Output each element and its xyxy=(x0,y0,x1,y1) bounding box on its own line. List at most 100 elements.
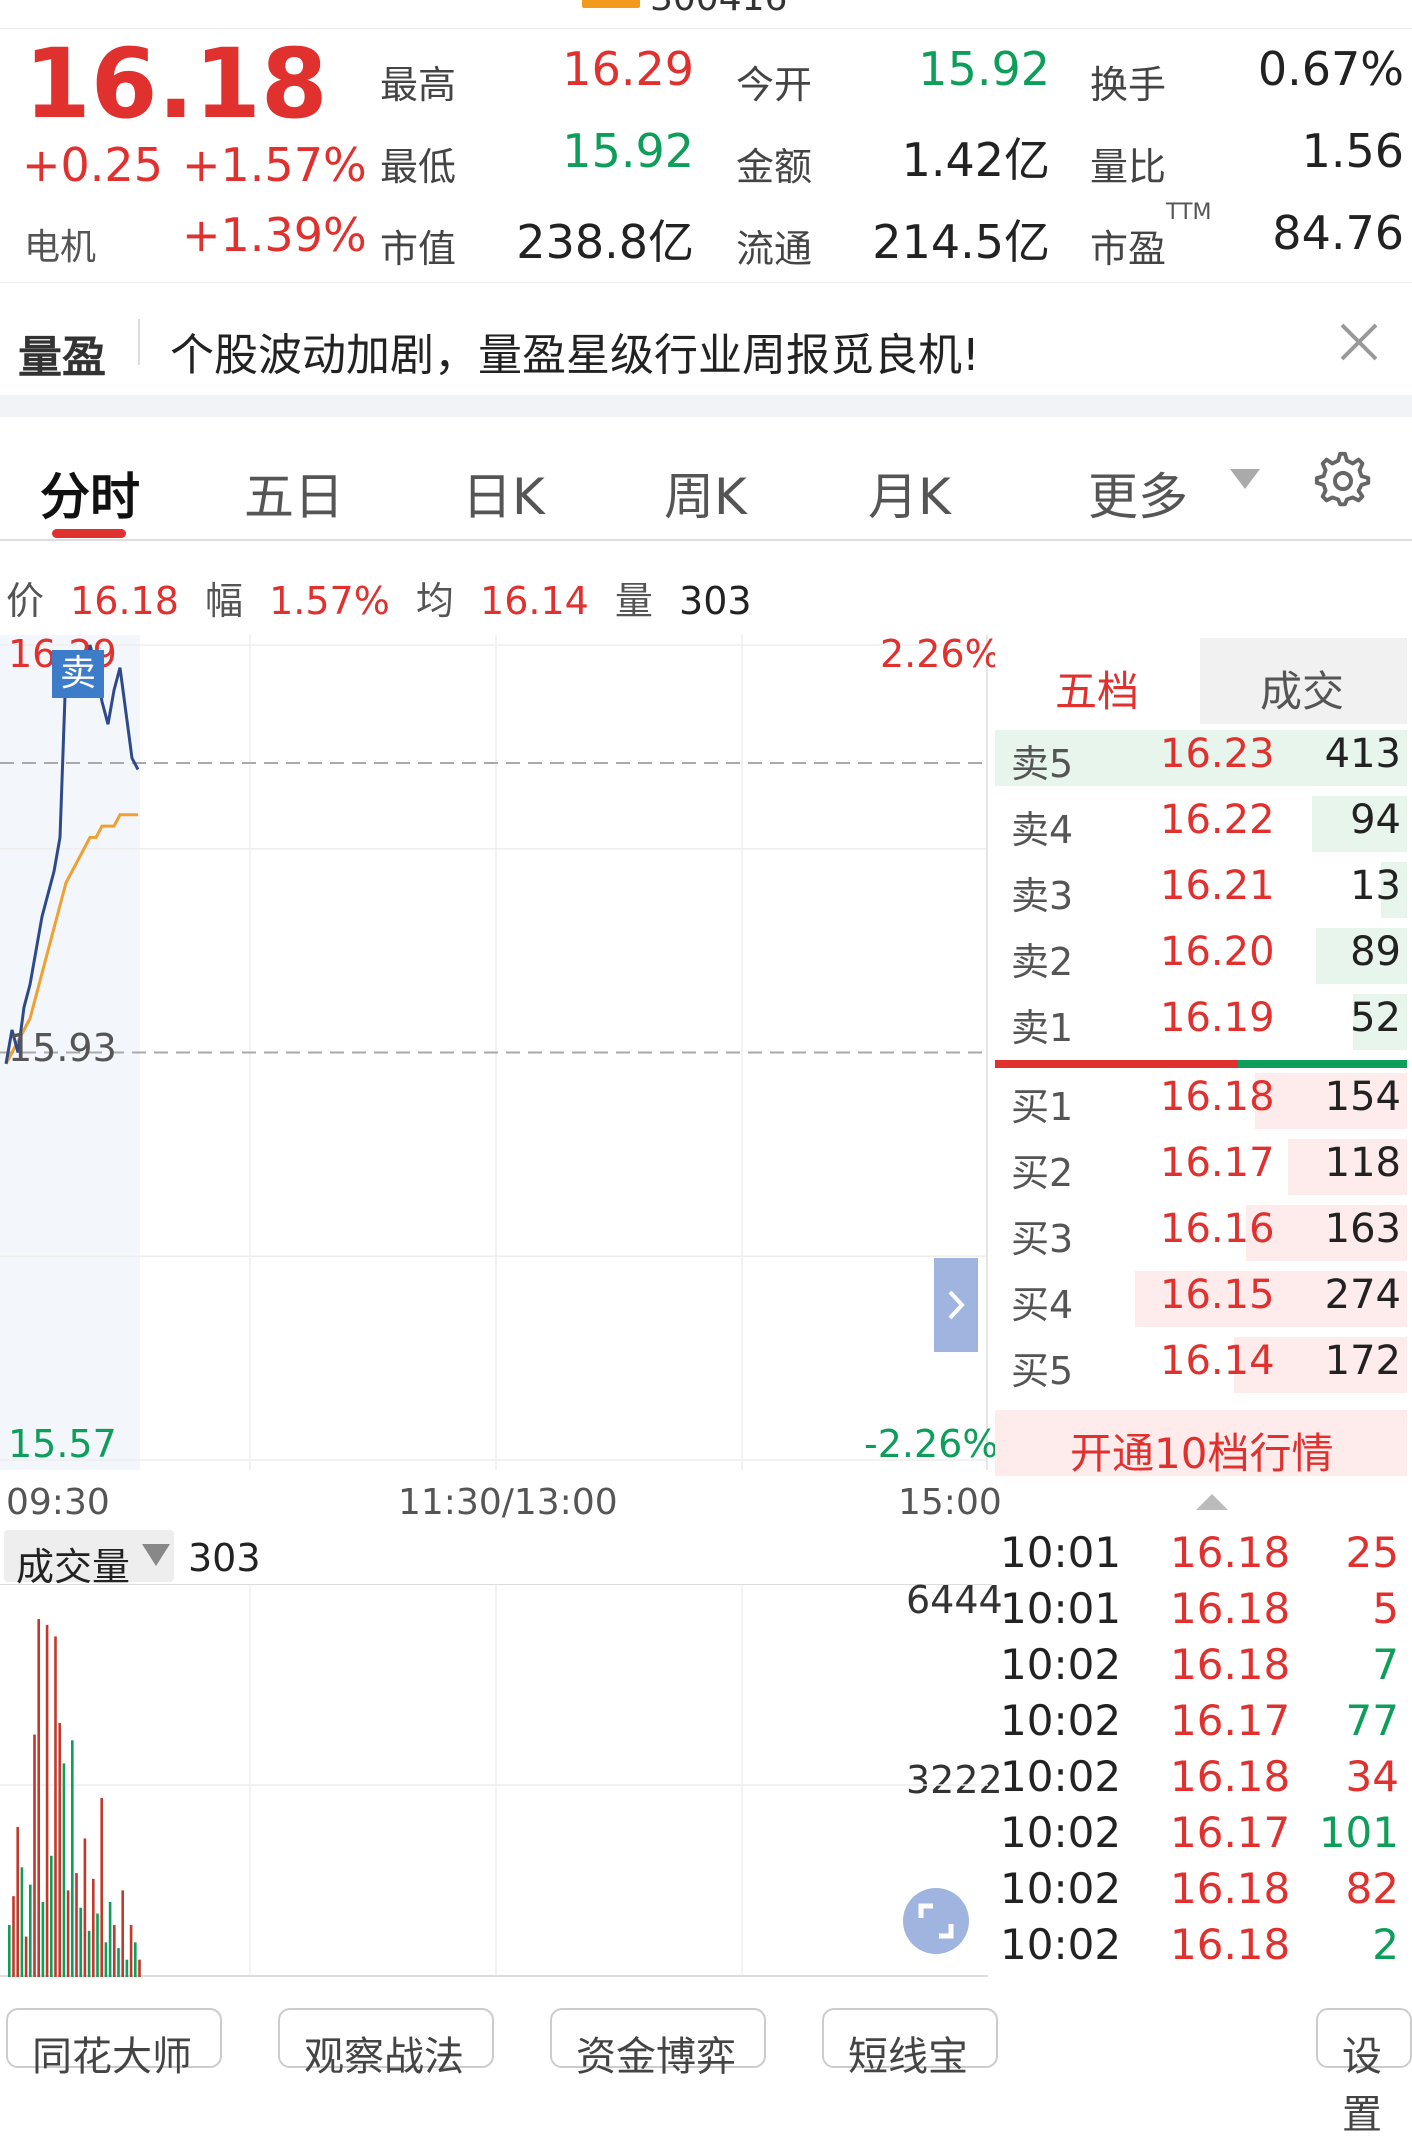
quote-field-label: 市盈 xyxy=(1090,227,1167,271)
level-price: 16.22 xyxy=(1160,797,1275,843)
quote-field-label: 最高 xyxy=(380,63,457,107)
ask-level-row[interactable]: 卖5 16.23 413 xyxy=(995,727,1407,789)
level-qty: 154 xyxy=(1324,1074,1401,1120)
volume-bar xyxy=(24,1936,28,1977)
market-badge xyxy=(582,0,640,8)
bid-level-row[interactable]: 买4 16.15 274 xyxy=(995,1268,1407,1330)
trade-volume: 2 xyxy=(1372,1920,1399,1969)
tab-trades[interactable]: 成交 xyxy=(1200,638,1407,724)
trade-price: 16.18 xyxy=(1170,1920,1291,1969)
sell-marker[interactable]: 卖 xyxy=(52,650,104,698)
volume-bar xyxy=(125,1959,129,1977)
level-name: 卖5 xyxy=(1011,742,1074,786)
level-qty: 274 xyxy=(1324,1272,1401,1318)
tab-daily-k[interactable]: 日K xyxy=(462,457,545,529)
tool-button-1[interactable]: 同花大师 xyxy=(6,2008,222,2080)
volume-bar xyxy=(117,1948,120,1977)
tab-monthly-k[interactable]: 月K xyxy=(868,457,951,529)
ask-level-row[interactable]: 卖3 16.21 13 xyxy=(995,859,1407,921)
volume-label: 成交量 xyxy=(16,1545,131,1589)
trade-row: 10:02 16.17 101 xyxy=(1000,1808,1405,1864)
dropdown-triangle-icon[interactable] xyxy=(1230,469,1260,491)
bid-level-row[interactable]: 买5 16.14 172 xyxy=(995,1334,1407,1396)
level-name: 卖2 xyxy=(1011,940,1074,984)
trade-price: 16.18 xyxy=(1170,1640,1291,1689)
volume-bar xyxy=(54,1636,57,1977)
sector-name[interactable]: 电机 xyxy=(24,218,96,270)
stock-code: 300416 xyxy=(650,0,787,19)
volume-bar xyxy=(71,1740,74,1977)
summary-amp: 1.57% xyxy=(269,579,390,623)
bid-level-row[interactable]: 买3 16.16 163 xyxy=(995,1202,1407,1264)
quote-field-label: 量比 xyxy=(1090,145,1167,189)
quote-field-label: 市值 xyxy=(380,227,457,271)
trade-time: 10:01 xyxy=(1000,1584,1122,1633)
level-name: 卖1 xyxy=(1011,1006,1074,1050)
volume-bar xyxy=(50,1855,53,1977)
quote-field-label: 换手 xyxy=(1090,63,1167,107)
level-price: 16.16 xyxy=(1160,1206,1275,1252)
tool-button-4[interactable]: 短线宝 xyxy=(822,2008,998,2080)
level-qty: 89 xyxy=(1350,929,1401,975)
chart-summary: 价 16.18 幅 1.57% 均 16.14 量 303 xyxy=(6,570,752,625)
ask-level-row[interactable]: 卖4 16.22 94 xyxy=(995,793,1407,855)
trade-time: 10:02 xyxy=(1000,1808,1122,1857)
last-price: 16.18 xyxy=(24,28,328,140)
trade-volume: 82 xyxy=(1345,1864,1399,1913)
quote-field-value: 0.67% xyxy=(1257,42,1404,96)
intraday-price-chart[interactable] xyxy=(0,635,992,1470)
bid-level-row[interactable]: 买1 16.18 154 xyxy=(995,1070,1407,1132)
prev-close-label: 15.93 xyxy=(8,1026,117,1070)
summary-avg: 16.14 xyxy=(480,579,589,623)
trade-volume: 7 xyxy=(1372,1640,1399,1689)
quote-field-value: 84.76 xyxy=(1272,206,1404,260)
volume-bar xyxy=(29,1884,32,1977)
ask-level-row[interactable]: 卖2 16.20 89 xyxy=(995,925,1407,987)
trade-row: 10:02 16.18 7 xyxy=(1000,1640,1405,1696)
tab-trades-label: 成交 xyxy=(1260,667,1345,716)
trade-volume: 101 xyxy=(1318,1808,1399,1857)
summary-price-label: 价 xyxy=(6,579,45,623)
tab-five-level[interactable]: 五档 xyxy=(995,638,1200,724)
volume-bar xyxy=(37,1619,40,1977)
trade-time: 10:02 xyxy=(1000,1752,1122,1801)
tab-five-day[interactable]: 五日 xyxy=(244,457,344,529)
summary-price: 16.18 xyxy=(70,579,179,623)
time-axis-open: 09:30 xyxy=(6,1482,110,1523)
level-qty: 13 xyxy=(1350,863,1401,909)
tool-button-2[interactable]: 观察战法 xyxy=(278,2008,494,2080)
gear-icon[interactable] xyxy=(1314,451,1372,509)
volume-bar xyxy=(138,1959,141,1977)
quote-field-label: 今开 xyxy=(736,63,813,107)
volume-chart[interactable] xyxy=(0,1585,992,1977)
close-icon[interactable] xyxy=(1338,321,1380,363)
volume-indicator-select[interactable]: 成交量 xyxy=(4,1530,174,1589)
trade-price: 16.17 xyxy=(1170,1696,1291,1745)
upgrade-ten-level-button[interactable]: 开通10档行情 xyxy=(995,1410,1407,1478)
tab-intraday[interactable]: 分时 xyxy=(40,457,140,529)
fullscreen-button[interactable] xyxy=(903,1888,969,1954)
time-axis-mid: 11:30/13:00 xyxy=(398,1482,618,1523)
trade-row: 10:01 16.18 5 xyxy=(1000,1584,1405,1640)
trade-price: 16.18 xyxy=(1170,1752,1291,1801)
volume-bar xyxy=(79,1907,82,1977)
tab-more[interactable]: 更多 xyxy=(1088,457,1188,529)
trade-time: 10:02 xyxy=(1000,1864,1122,1913)
promo-banner[interactable]: 量盈 个股波动加剧，量盈星级行业周报觅良机! xyxy=(0,282,1412,395)
bid-level-row[interactable]: 买2 16.17 118 xyxy=(995,1136,1407,1198)
volume-bar xyxy=(92,1878,95,1977)
quote-field-value: 15.92 xyxy=(918,42,1050,96)
trade-row: 10:01 16.18 25 xyxy=(1000,1528,1405,1584)
price-change-pct: +1.57% xyxy=(182,138,367,192)
trade-volume: 34 xyxy=(1345,1752,1399,1801)
trade-time: 10:02 xyxy=(1000,1920,1122,1969)
level-name: 买3 xyxy=(1011,1217,1074,1261)
collapse-up-icon[interactable] xyxy=(1196,1492,1228,1512)
settings-button[interactable]: 设置 xyxy=(1316,2008,1412,2138)
tool-button-3[interactable]: 资金博弈 xyxy=(550,2008,766,2080)
tab-weekly-k[interactable]: 周K xyxy=(664,457,747,529)
expand-panel-button[interactable] xyxy=(934,1258,978,1352)
quote-field-label: 流通 xyxy=(736,227,813,271)
ask-level-row[interactable]: 卖1 16.19 52 xyxy=(995,991,1407,1053)
level-price: 16.18 xyxy=(1160,1074,1275,1120)
